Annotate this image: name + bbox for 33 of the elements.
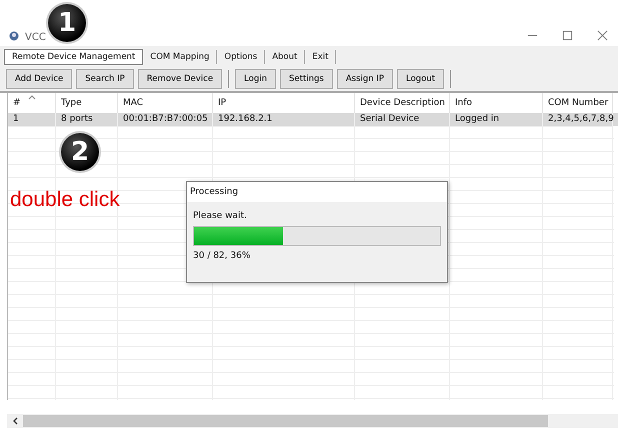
tab[interactable]: About bbox=[265, 50, 306, 64]
toolbar-button[interactable]: Settings bbox=[280, 69, 333, 89]
table-row[interactable]: 1 8 ports 00:01:B7:B7:00:05 192.168.2.1 Serial Device Logged in 2,3,4,5,6,7,8,9 bbox=[8, 113, 618, 126]
table-cell: Serial Device bbox=[360, 114, 420, 124]
step-badge: 2 bbox=[61, 133, 99, 171]
tab[interactable]: Options bbox=[217, 50, 266, 64]
table-cell: 8 ports bbox=[61, 114, 93, 124]
toolbar-button[interactable]: Assign IP bbox=[336, 69, 394, 89]
toolbar-button[interactable]: Search IP bbox=[76, 69, 134, 89]
horizontal-scrollbar[interactable] bbox=[7, 414, 618, 428]
tab[interactable]: COM Mapping bbox=[143, 50, 218, 64]
dialog-title: Processing bbox=[190, 187, 238, 197]
maximize-icon[interactable] bbox=[562, 30, 573, 41]
table-cell: 1 bbox=[13, 114, 19, 124]
toolbar-button[interactable]: Logout bbox=[397, 69, 444, 89]
sort-icon bbox=[28, 95, 36, 100]
table-cell: Logged in bbox=[455, 114, 500, 124]
app-icon bbox=[9, 31, 19, 41]
annotation-text: double click bbox=[10, 188, 120, 212]
table-cell: 00:01:B7:B7:00:05 bbox=[123, 114, 208, 124]
close-icon[interactable] bbox=[597, 30, 608, 41]
tab[interactable]: Exit bbox=[305, 50, 336, 64]
window-title: VCC bbox=[25, 32, 46, 43]
table-cell: 192.168.2.1 bbox=[218, 114, 272, 124]
dialog-message: Please wait. bbox=[193, 211, 248, 221]
toolbar-button[interactable]: Add Device bbox=[6, 69, 72, 89]
step-badge: 1 bbox=[48, 4, 86, 42]
table-cell: 2,3,4,5,6,7,8,9 bbox=[548, 114, 614, 124]
tab[interactable]: Remote Device Management bbox=[4, 49, 144, 65]
toolbar-button[interactable]: Remove Device bbox=[138, 69, 222, 89]
toolbar-button[interactable]: Login bbox=[235, 69, 276, 89]
progress-reading: 30 / 82, 36% bbox=[193, 251, 252, 261]
scroll-left-icon[interactable] bbox=[12, 417, 18, 425]
